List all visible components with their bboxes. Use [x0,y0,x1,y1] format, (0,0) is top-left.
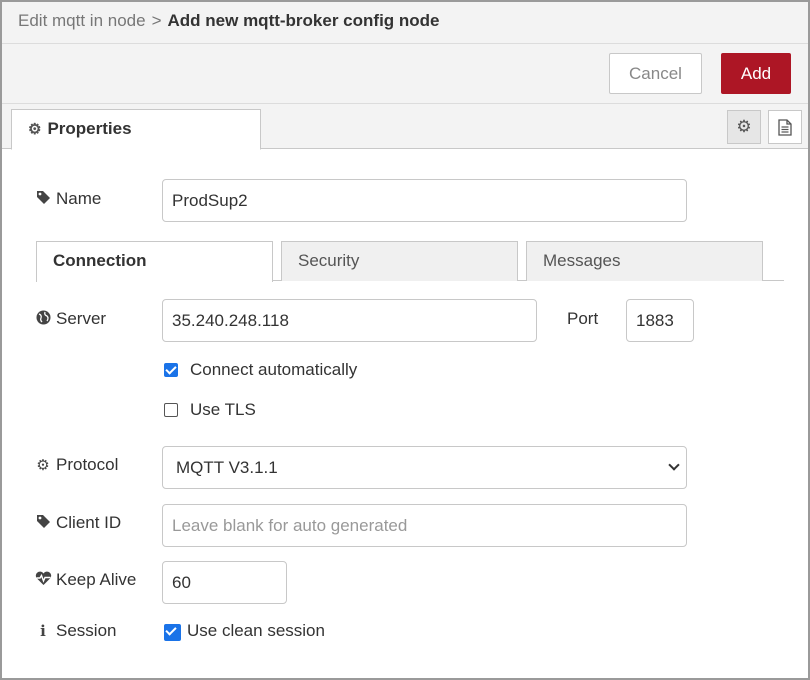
tab-security[interactable]: Security [281,241,518,281]
use-tls-checkbox[interactable] [164,403,178,417]
tag-icon [34,190,52,209]
info-icon: i [40,622,46,640]
client-id-label: Client ID [34,513,121,533]
gear-icon: ⚙ [28,121,42,138]
port-input[interactable]: 1883 [626,299,694,342]
tab-properties[interactable]: ⚙ Properties [11,109,261,150]
properties-tab-bar: ⚙ Properties ⚙ [2,104,808,150]
properties-content: Name ProdSup2 Connection Security Messag… [2,149,808,678]
clean-session-label: Use clean session [187,621,325,640]
globe-icon [34,310,52,329]
chevron-down-icon [668,459,680,471]
tab-messages[interactable]: Messages [526,241,763,281]
tab-properties-label: Properties [47,119,132,138]
add-button[interactable]: Add [721,53,791,94]
dialog-toolbar: Cancel Add [2,44,808,104]
keep-alive-input[interactable]: 60 [162,561,287,604]
server-label: Server [34,309,106,329]
tab-connection[interactable]: Connection [36,241,273,282]
connect-automatically-label: Connect automatically [190,360,358,379]
name-input[interactable]: ProdSup2 [162,179,687,222]
breadcrumb-separator: > [151,11,162,30]
keep-alive-label: Keep Alive [34,570,136,590]
protocol-select[interactable]: MQTT V3.1.1 [162,446,687,489]
heartbeat-icon [34,571,52,590]
breadcrumb-current: Add new mqtt-broker config node [167,11,440,30]
document-icon[interactable] [768,110,802,144]
config-tabs: Connection Security Messages [36,241,784,282]
port-label: Port [567,309,599,328]
dialog-header: Edit mqtt in node > Add new mqtt-broker co… [2,2,808,44]
name-label: Name [34,189,101,209]
clean-session-checkbox[interactable] [164,624,181,641]
protocol-label: ⚙ Protocol [34,455,118,475]
connect-automatically-checkbox[interactable] [164,363,178,377]
server-input[interactable]: 35.240.248.118 [162,299,537,342]
gear-icon: ⚙ [36,457,50,474]
dialog-frame: Edit mqtt in node > Add new mqtt-broker co… [0,0,810,680]
client-id-input[interactable]: Leave blank for auto generated [162,504,687,547]
session-label: i Session [34,621,116,641]
gear-icon[interactable]: ⚙ [727,110,761,144]
use-tls-label: Use TLS [190,400,256,419]
breadcrumb-parent[interactable]: Edit mqtt in node [18,11,146,30]
protocol-select-value: MQTT V3.1.1 [176,458,278,477]
tag-icon [34,514,52,533]
cancel-button[interactable]: Cancel [609,53,702,94]
